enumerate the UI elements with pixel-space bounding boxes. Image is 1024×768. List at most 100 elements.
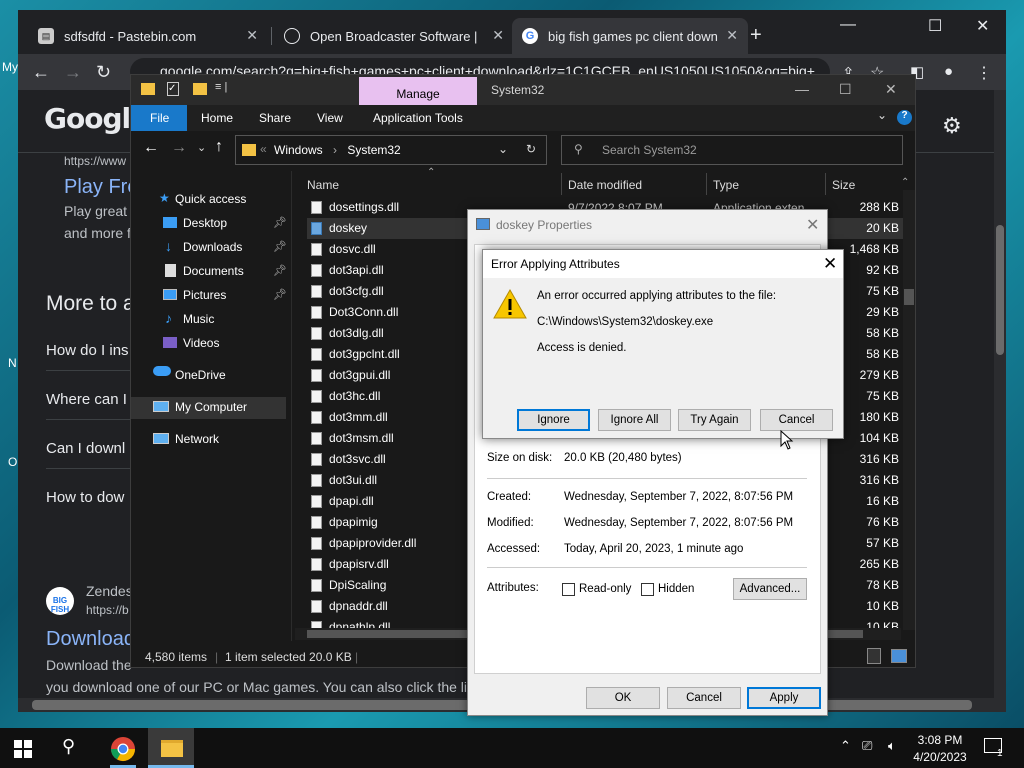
tab-obs[interactable]: Open Broadcaster Software | OBS ✕ — [274, 18, 514, 54]
forward-arrow-icon[interactable]: → — [171, 139, 187, 157]
up-arrow-icon[interactable]: ↑ — [215, 138, 223, 156]
close-icon[interactable]: ✕ — [823, 254, 837, 274]
close-tab-icon[interactable]: ✕ — [246, 27, 258, 44]
close-tab-icon[interactable]: ✕ — [492, 27, 504, 44]
desktop-icon-label[interactable]: N — [8, 356, 17, 370]
desktop-icon-label[interactable]: O — [8, 455, 17, 469]
breadcrumb-system32[interactable]: System32 — [347, 143, 400, 157]
nav-item-videos[interactable]: Videos — [183, 336, 219, 350]
cancel-button[interactable]: Cancel — [760, 409, 833, 431]
pin-icon[interactable]: 📌︎ — [273, 216, 287, 229]
close-window-icon[interactable]: ✕ — [976, 16, 989, 36]
question-item[interactable]: Can I downl — [46, 440, 125, 457]
column-header-size[interactable]: Size — [832, 178, 855, 192]
question-item[interactable]: Where can I — [46, 391, 127, 408]
reload-icon[interactable]: ↻ — [96, 62, 111, 83]
nav-item-my-computer[interactable]: My Computer — [175, 400, 247, 414]
vertical-scrollbar[interactable] — [903, 190, 915, 630]
chrome-taskbar-icon[interactable] — [110, 736, 136, 762]
advanced-button[interactable]: Advanced... — [733, 578, 807, 600]
column-divider[interactable] — [706, 173, 707, 195]
customize-toolbar-icon[interactable]: ≡ | — [215, 81, 227, 93]
nav-item-network[interactable]: Network — [175, 432, 219, 446]
folder-icon[interactable] — [193, 83, 207, 95]
hidden-checkbox[interactable] — [641, 583, 654, 596]
help-icon[interactable]: ? — [897, 110, 912, 125]
ignore-button[interactable]: Ignore — [517, 409, 590, 431]
hidden-label[interactable]: Hidden — [658, 583, 694, 595]
pin-icon[interactable]: 📌︎ — [273, 264, 287, 277]
large-icons-view-icon[interactable] — [891, 649, 907, 663]
ribbon-tab-share[interactable]: Share — [259, 111, 291, 125]
settings-gear-icon[interactable]: ⚙ — [942, 113, 962, 139]
column-divider[interactable] — [561, 173, 562, 195]
question-item[interactable]: How to dow — [46, 489, 124, 506]
tab-google-search[interactable]: G big fish games pc client download ✕ — [512, 18, 748, 54]
close-tab-icon[interactable]: ✕ — [726, 27, 738, 44]
maximize-icon[interactable]: ☐ — [928, 16, 942, 36]
column-header-name[interactable]: Name — [307, 178, 339, 192]
recent-locations-icon[interactable]: ⌄ — [197, 141, 206, 154]
result-link[interactable]: Play Fre — [64, 176, 138, 199]
pin-icon[interactable]: 📌︎ — [273, 288, 287, 301]
new-tab-button[interactable]: + — [750, 24, 762, 47]
scroll-up-icon[interactable]: ⌃ — [901, 177, 909, 188]
clock-date[interactable]: 4/20/2023 — [908, 750, 972, 764]
ribbon-tab-view[interactable]: View — [317, 111, 343, 125]
details-view-icon[interactable] — [867, 648, 881, 664]
expand-ribbon-icon[interactable]: ⌄ — [877, 108, 887, 122]
chevron-down-icon[interactable]: ⌄ — [498, 142, 508, 156]
checkmark-icon[interactable]: ✓ — [167, 82, 179, 96]
pin-icon[interactable]: 📌︎ — [273, 240, 287, 253]
scrollbar-thumb[interactable] — [996, 225, 1004, 355]
close-window-icon[interactable]: ✕ — [885, 81, 897, 98]
minimize-icon[interactable]: — — [840, 16, 856, 34]
manage-tab[interactable]: Manage — [359, 77, 477, 105]
network-icon[interactable]: ⎚ — [862, 738, 872, 754]
back-arrow-icon[interactable]: ← — [143, 139, 159, 157]
clock-time[interactable]: 3:08 PM — [908, 733, 972, 747]
nav-item-music[interactable]: Music — [183, 312, 214, 326]
column-divider[interactable] — [825, 173, 826, 195]
profile-icon[interactable]: ● — [944, 63, 953, 80]
tab-pastebin[interactable]: ▤ sdfsdfd - Pastebin.com ✕ — [28, 18, 268, 54]
maximize-icon[interactable]: ☐ — [839, 81, 852, 98]
back-arrow-icon[interactable]: ← — [32, 62, 50, 83]
menu-icon[interactable]: ⋮ — [976, 63, 992, 83]
nav-item-desktop[interactable]: Desktop — [183, 216, 227, 230]
chevron-up-icon[interactable]: ⌃ — [840, 738, 851, 754]
nav-item-downloads[interactable]: Downloads — [183, 240, 242, 254]
search-input[interactable]: ⚲ Search System32 — [561, 135, 903, 165]
refresh-icon[interactable]: ↻ — [526, 142, 536, 156]
try-again-button[interactable]: Try Again — [678, 409, 751, 431]
forward-arrow-icon[interactable]: → — [64, 62, 82, 83]
nav-item-onedrive[interactable]: OneDrive — [175, 368, 226, 382]
readonly-label[interactable]: Read-only — [579, 583, 631, 595]
cancel-button[interactable]: Cancel — [667, 687, 741, 709]
minimize-icon[interactable]: — — [795, 81, 809, 97]
column-header-type[interactable]: Type — [713, 178, 739, 192]
nav-item-quick-access[interactable]: Quick access — [175, 192, 246, 206]
column-header-date[interactable]: Date modified — [568, 178, 642, 192]
breadcrumb-windows[interactable]: Windows — [274, 143, 323, 157]
apply-button[interactable]: Apply — [747, 687, 821, 709]
ribbon-tab-application-tools[interactable]: Application Tools — [373, 111, 463, 125]
nav-item-pictures[interactable]: Pictures — [183, 288, 226, 302]
volume-icon[interactable]: 🔈︎ — [888, 738, 896, 754]
ribbon-tab-file[interactable]: File — [131, 105, 187, 131]
ribbon-tab-home[interactable]: Home — [201, 111, 233, 125]
ignore-all-button[interactable]: Ignore All — [598, 409, 671, 431]
scrollbar-thumb[interactable] — [904, 289, 914, 305]
desktop-icon-label[interactable]: My — [2, 60, 18, 74]
ok-button[interactable]: OK — [586, 687, 660, 709]
windows-start-icon[interactable] — [14, 740, 32, 758]
nav-item-documents[interactable]: Documents — [183, 264, 244, 278]
modified-value: Wednesday, September 7, 2022, 8:07:56 PM — [564, 517, 794, 529]
result-link[interactable]: Download — [46, 628, 135, 651]
address-bar[interactable]: « Windows › System32 ⌄ ↻ — [235, 135, 547, 165]
vertical-scrollbar[interactable] — [994, 90, 1006, 698]
close-icon[interactable]: ✕ — [806, 215, 819, 235]
search-icon[interactable]: ⚲ — [62, 736, 75, 757]
readonly-checkbox[interactable] — [562, 583, 575, 596]
question-item[interactable]: How do I ins — [46, 342, 129, 359]
